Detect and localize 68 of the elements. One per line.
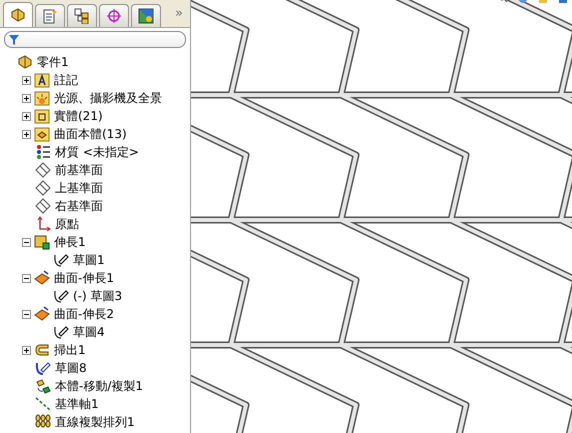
extrude-icon: [34, 234, 50, 250]
expand-toggle[interactable]: [22, 76, 31, 84]
tree-item-label[interactable]: 本體-移動/複製1: [55, 378, 144, 394]
material-icon: [35, 144, 51, 160]
origin-icon: [35, 216, 51, 232]
tree-item-label[interactable]: 原點: [55, 216, 79, 232]
plus-icon: [23, 130, 30, 138]
pattern-icon: [35, 414, 51, 430]
plane-icon: [35, 162, 51, 178]
panel-tab[interactable]: [35, 4, 65, 27]
collapse-toggle[interactable]: [22, 310, 31, 318]
tree-item-label[interactable]: 伸長1: [54, 234, 86, 250]
surface-icon: [34, 270, 50, 286]
cube-folder-icon: [34, 108, 50, 124]
expand-toggle[interactable]: [22, 112, 31, 120]
axis-icon: [35, 396, 51, 412]
tree-item-label[interactable]: 零件1: [37, 54, 69, 70]
letter-folder-icon: [34, 72, 50, 88]
tree-item-label[interactable]: 曲面-伸長1: [54, 270, 114, 286]
surface-folder-icon: [34, 126, 50, 142]
tree-item-label[interactable]: 直線複製排列1: [55, 414, 135, 430]
plus-icon: [23, 346, 30, 354]
tree-item-label[interactable]: 註記: [54, 72, 78, 88]
sun-folder-icon: [34, 90, 50, 106]
crosshair-icon: [106, 8, 122, 24]
tree-item-label[interactable]: 草圖4: [73, 324, 105, 340]
expand-toggle[interactable]: [22, 130, 31, 138]
sketch-icon: [53, 288, 69, 304]
tree-item-label[interactable]: 曲面-伸長2: [54, 306, 114, 322]
collapse-toggle[interactable]: [22, 238, 31, 246]
tree-item-label[interactable]: 掃出1: [54, 342, 86, 358]
expand-toggle[interactable]: [22, 94, 31, 102]
collapse-toggle[interactable]: [22, 274, 31, 282]
plane-icon: [35, 180, 51, 196]
filter-field[interactable]: [4, 31, 186, 48]
panel-tab[interactable]: [131, 4, 161, 27]
tree-item-label[interactable]: 光源、攝影機及全景: [54, 90, 162, 106]
tree-item-label[interactable]: 草圖1: [73, 252, 105, 268]
tree-item-label[interactable]: 材質 <未指定>: [55, 144, 139, 160]
surface-icon: [34, 306, 50, 322]
part-icon: [17, 54, 33, 70]
sketch-icon: [53, 252, 69, 268]
tree-item-label[interactable]: 基準軸1: [55, 396, 99, 412]
plane-icon: [35, 198, 51, 214]
plus-icon: [23, 94, 30, 102]
tree-item-label[interactable]: 曲面本體(13): [54, 126, 127, 142]
filter-icon: [9, 34, 19, 44]
part-icon: [10, 7, 26, 23]
panel-tab[interactable]: [3, 2, 33, 27]
picture-icon: [138, 8, 154, 24]
tree-item-label[interactable]: 上基準面: [55, 180, 103, 196]
document-icon: [42, 8, 58, 24]
expand-toggle[interactable]: [22, 346, 31, 354]
tree-item-label[interactable]: 右基準面: [55, 198, 103, 214]
tree-item-label[interactable]: (-) 草圖3: [73, 288, 122, 304]
tree-item-label[interactable]: 草圖8: [55, 360, 87, 376]
panel-tab[interactable]: [67, 4, 97, 27]
sweep-icon: [34, 342, 50, 358]
plus-icon: [23, 76, 30, 84]
tree-item-label[interactable]: 前基準面: [55, 162, 103, 178]
panel-tab[interactable]: [99, 4, 129, 27]
plus-icon: [23, 112, 30, 120]
more-tabs-button[interactable]: »: [175, 6, 187, 27]
sketch-icon: [35, 360, 51, 376]
tree-icon: [74, 8, 90, 24]
tree-item-label[interactable]: 實體(21): [54, 108, 103, 124]
sketch-icon: [53, 324, 69, 340]
move-copy-icon: [35, 378, 51, 394]
